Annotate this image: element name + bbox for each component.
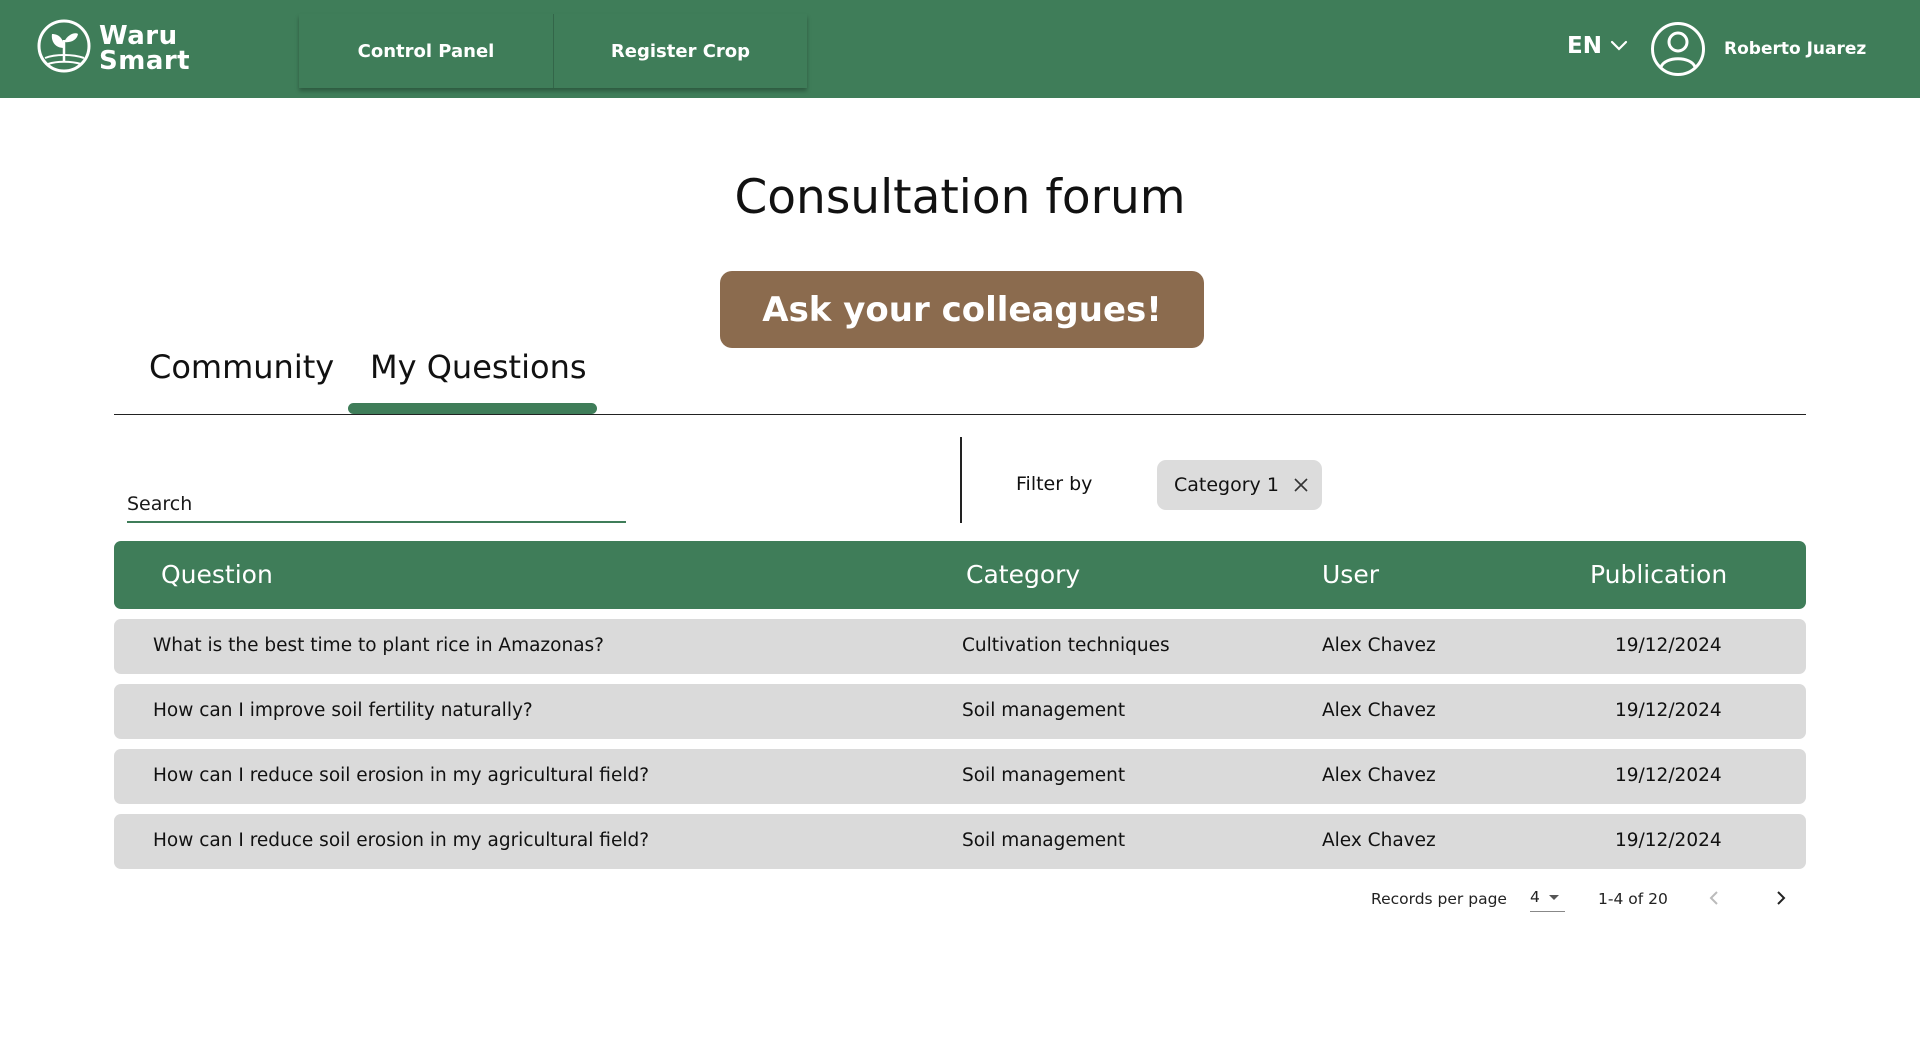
top-bar: Waru Smart Control Panel Register Crop E… bbox=[0, 0, 1920, 98]
ask-colleagues-button[interactable]: Ask your colleagues! bbox=[720, 271, 1204, 348]
cell-question: How can I improve soil fertility natural… bbox=[153, 700, 533, 721]
cell-question: How can I reduce soil erosion in my agri… bbox=[153, 830, 650, 851]
logo-text: Waru Smart bbox=[99, 23, 191, 76]
app-logo[interactable]: Waru Smart bbox=[37, 18, 197, 80]
cell-category: Soil management bbox=[962, 830, 1126, 851]
cell-category: Cultivation techniques bbox=[962, 635, 1170, 656]
header-question[interactable]: Question bbox=[161, 560, 273, 589]
leaf-sprout-icon bbox=[37, 19, 91, 73]
language-code: EN bbox=[1567, 33, 1602, 59]
language-selector[interactable]: EN bbox=[1567, 33, 1628, 59]
cell-question: How can I reduce soil erosion in my agri… bbox=[153, 765, 650, 786]
cell-category: Soil management bbox=[962, 700, 1126, 721]
page-range: 1-4 of 20 bbox=[1598, 890, 1668, 908]
records-per-page-select[interactable]: 4 bbox=[1530, 886, 1565, 912]
cell-publication: 19/12/2024 bbox=[1615, 830, 1722, 851]
table-row[interactable]: How can I improve soil fertility natural… bbox=[114, 684, 1806, 739]
table-row[interactable]: How can I reduce soil erosion in my agri… bbox=[114, 814, 1806, 869]
cell-category: Soil management bbox=[962, 765, 1126, 786]
active-tab-indicator bbox=[348, 403, 597, 414]
cell-publication: 19/12/2024 bbox=[1615, 700, 1722, 721]
forum-tabs: Community My Questions bbox=[114, 340, 1806, 415]
nav-register-crop[interactable]: Register Crop bbox=[553, 14, 807, 88]
cell-user: Alex Chavez bbox=[1322, 765, 1436, 786]
vertical-divider bbox=[960, 437, 962, 523]
search-input[interactable] bbox=[127, 475, 626, 521]
nav-control-panel[interactable]: Control Panel bbox=[299, 14, 553, 88]
cell-user: Alex Chavez bbox=[1322, 700, 1436, 721]
table-row[interactable]: What is the best time to plant rice in A… bbox=[114, 619, 1806, 674]
chevron-down-icon bbox=[1610, 40, 1628, 51]
header-publication[interactable]: Publication bbox=[1590, 560, 1727, 589]
cell-publication: 19/12/2024 bbox=[1615, 635, 1722, 656]
caret-down-icon bbox=[1549, 895, 1559, 900]
filter-label: Filter by bbox=[1016, 473, 1093, 495]
header-user[interactable]: User bbox=[1322, 560, 1379, 589]
close-icon[interactable] bbox=[1293, 477, 1309, 493]
chip-label: Category 1 bbox=[1174, 474, 1279, 496]
user-circle-icon[interactable] bbox=[1650, 21, 1706, 77]
page-title: Consultation forum bbox=[734, 170, 1186, 225]
records-per-page-label: Records per page bbox=[1371, 890, 1507, 908]
main-nav: Control Panel Register Crop bbox=[299, 14, 807, 88]
chevron-right-icon[interactable] bbox=[1774, 889, 1788, 907]
table-row[interactable]: How can I reduce soil erosion in my agri… bbox=[114, 749, 1806, 804]
search-field bbox=[127, 475, 626, 523]
logo-line-2: Smart bbox=[99, 46, 191, 76]
cell-publication: 19/12/2024 bbox=[1615, 765, 1722, 786]
category-filter-chip[interactable]: Category 1 bbox=[1157, 460, 1322, 510]
chevron-left-icon[interactable] bbox=[1707, 889, 1721, 907]
tab-community[interactable]: Community bbox=[149, 348, 334, 386]
cell-question: What is the best time to plant rice in A… bbox=[153, 635, 604, 656]
header-category[interactable]: Category bbox=[966, 560, 1080, 589]
table-header: Question Category User Publication bbox=[114, 541, 1806, 609]
tab-my-questions[interactable]: My Questions bbox=[370, 348, 587, 386]
cell-user: Alex Chavez bbox=[1322, 635, 1436, 656]
cell-user: Alex Chavez bbox=[1322, 830, 1436, 851]
records-per-page-value: 4 bbox=[1530, 888, 1540, 906]
username[interactable]: Roberto Juarez bbox=[1724, 39, 1866, 59]
